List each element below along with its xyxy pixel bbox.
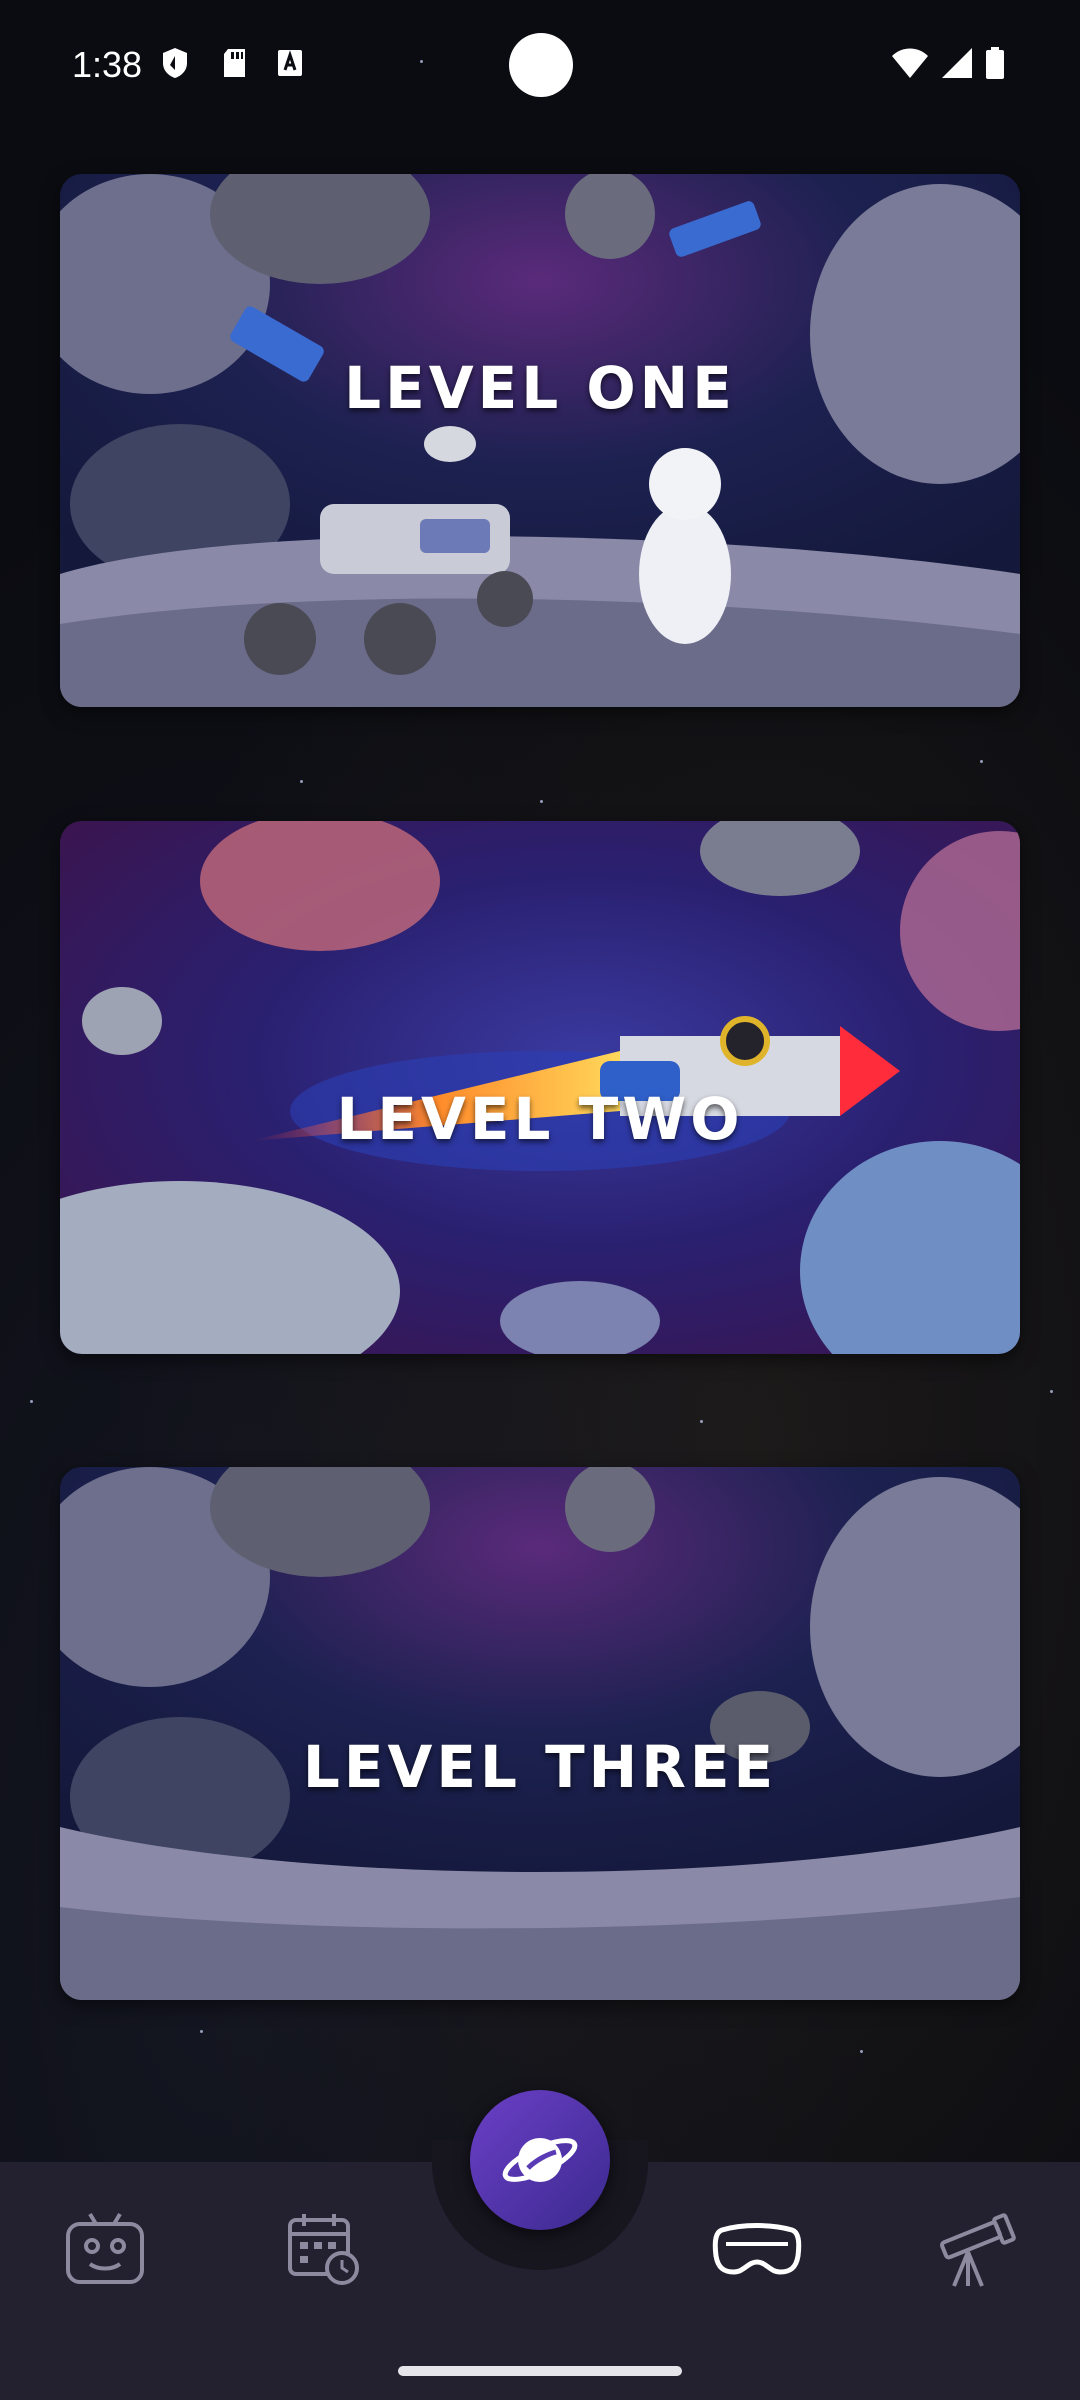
telescope-icon[interactable] [928, 2210, 1018, 2288]
level-one-artwork [60, 174, 1020, 707]
status-time: 1:38 [72, 44, 143, 85]
status-bar: 1:38 [0, 0, 1080, 130]
robot-icon[interactable] [60, 2210, 150, 2288]
calendar-clock-icon[interactable] [278, 2210, 368, 2288]
font-icon [278, 50, 302, 76]
camera-cutout [509, 33, 573, 97]
level-three-label: LEVEL THREE [302, 1733, 778, 1801]
battery-icon [986, 47, 1004, 79]
home-indicator[interactable] [398, 2366, 682, 2376]
level-three-card[interactable]: LEVEL THREE [60, 1467, 1020, 2000]
vr-headset-icon[interactable] [712, 2210, 802, 2288]
planet-button[interactable] [470, 2090, 610, 2230]
level-two-label: LEVEL TWO [336, 1085, 744, 1153]
level-one-card[interactable]: LEVEL ONE [60, 174, 1020, 707]
wifi-icon [892, 48, 928, 78]
planet-icon [502, 2138, 578, 2182]
level-two-card[interactable]: LEVEL TWO [60, 821, 1020, 1354]
shield-icon [163, 48, 187, 78]
level-one-label: LEVEL ONE [344, 354, 736, 422]
signal-icon [942, 48, 972, 78]
sd-card-icon [224, 49, 245, 77]
